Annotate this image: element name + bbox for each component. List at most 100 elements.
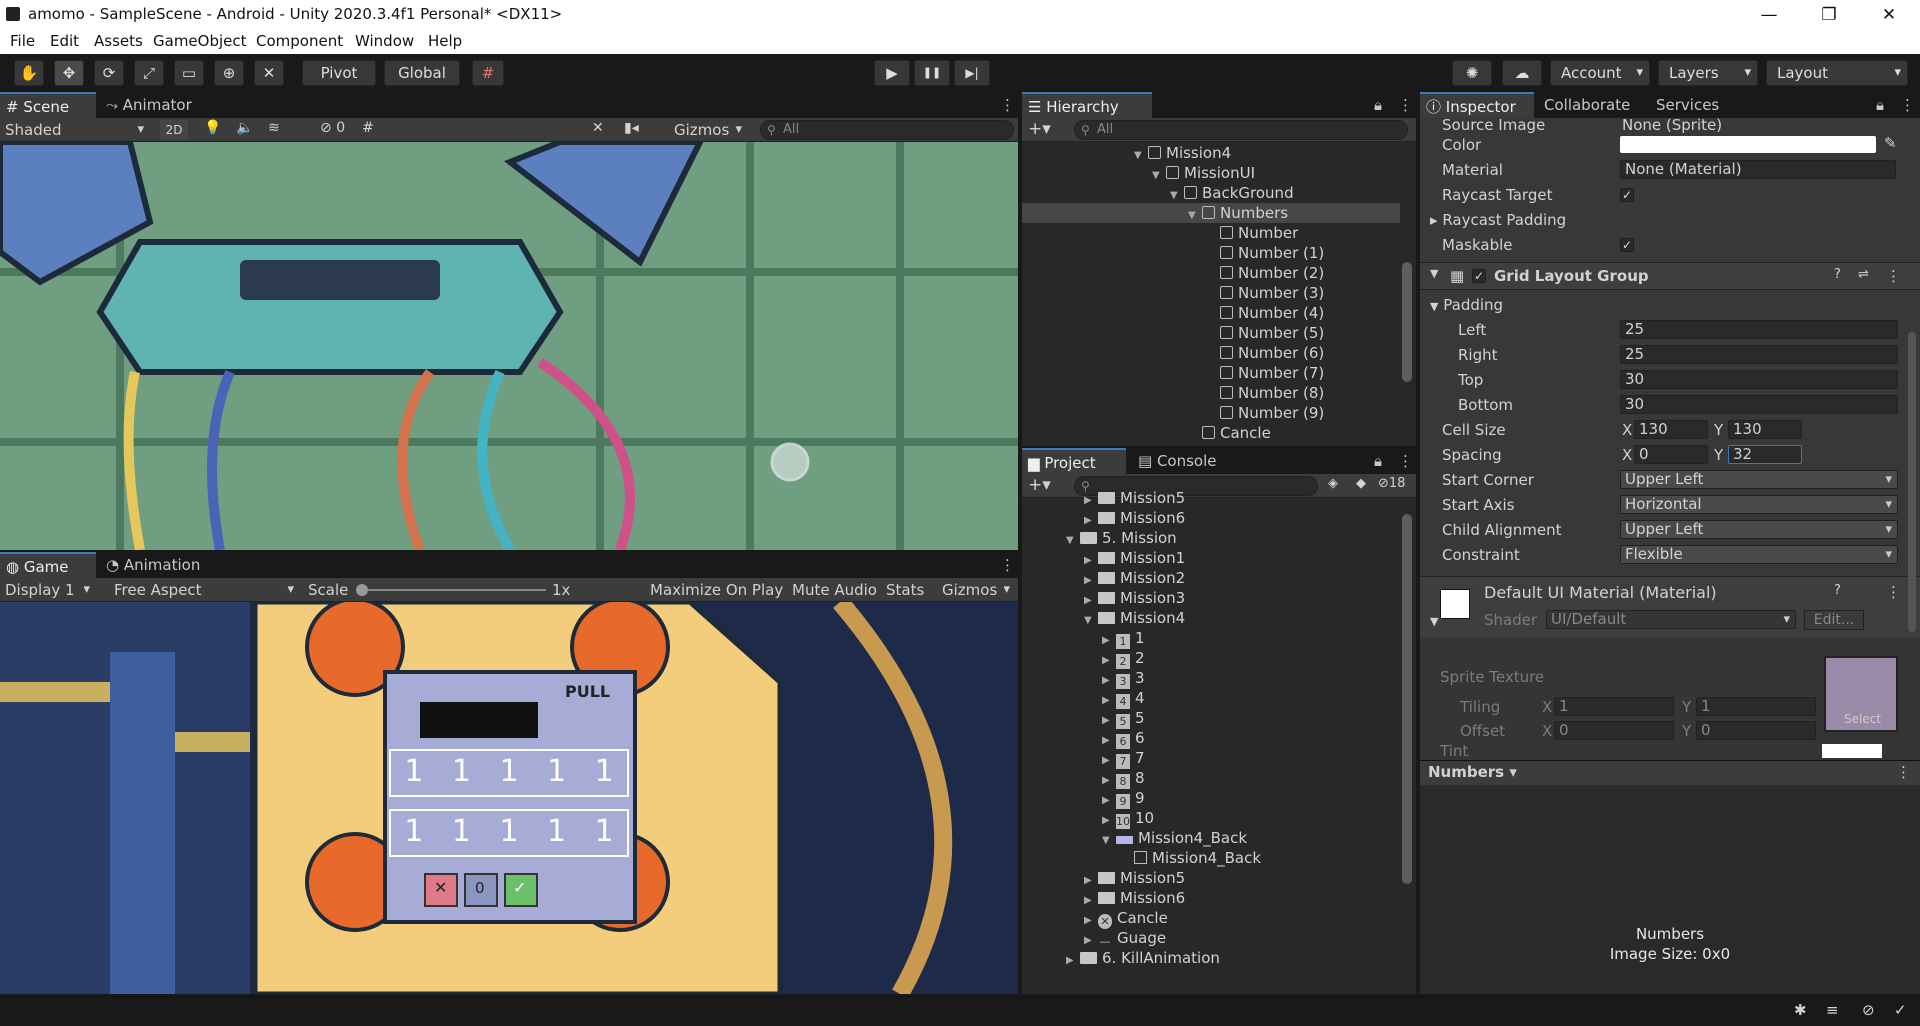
padding-foldout[interactable]: ▼ Padding bbox=[1430, 296, 1503, 314]
project-scrollbar[interactable] bbox=[1402, 514, 1412, 884]
lock-icon[interactable]: 🔒︎ bbox=[1368, 92, 1388, 118]
foldout-arrow-icon[interactable]: ▼ bbox=[1152, 166, 1166, 186]
move-tool-icon[interactable]: ✥ bbox=[54, 60, 84, 86]
hierarchy-search-input[interactable]: All bbox=[1074, 120, 1408, 140]
bug-icon[interactable]: ✱ bbox=[1794, 1001, 1807, 1019]
cell-size-y-field[interactable]: 130 bbox=[1728, 420, 1802, 439]
confirm-check-icon[interactable]: ✓ bbox=[513, 878, 526, 897]
add-icon[interactable]: +▾ bbox=[1028, 475, 1051, 495]
shading-dropdown[interactable]: Shaded bbox=[0, 120, 150, 140]
add-icon[interactable]: +▾ bbox=[1028, 119, 1051, 139]
preview-dropdown[interactable]: Numbers ▾ bbox=[1428, 763, 1517, 781]
digit-cell[interactable]: 1 bbox=[547, 814, 566, 849]
scale-tool-icon[interactable]: ⤢ bbox=[134, 60, 164, 86]
step-button[interactable]: ▶| bbox=[954, 60, 990, 86]
lock-icon[interactable]: 🔒︎ bbox=[1870, 92, 1890, 118]
shader-dropdown[interactable]: UI/Default bbox=[1546, 610, 1796, 629]
play-button[interactable]: ▶ bbox=[874, 60, 910, 86]
shader-edit-button[interactable]: Edit... bbox=[1804, 610, 1864, 630]
tiling-y-field[interactable]: 1 bbox=[1696, 697, 1816, 716]
minimize-button[interactable]: — bbox=[1746, 2, 1792, 28]
digit-cell[interactable]: 1 bbox=[595, 814, 614, 849]
tint-color-field[interactable] bbox=[1822, 744, 1882, 758]
kebab-menu-icon[interactable]: ⋮ bbox=[1392, 92, 1416, 118]
raycast-target-checkbox[interactable]: ✓ bbox=[1620, 188, 1634, 202]
presets-icon[interactable]: ⇌ bbox=[1858, 267, 1869, 282]
padding-top-field[interactable]: 30 bbox=[1620, 370, 1898, 389]
tab-project[interactable]: ▆ Project bbox=[1022, 448, 1126, 474]
source-image-value[interactable]: None (Sprite) bbox=[1622, 116, 1722, 134]
cache-server-icon[interactable]: ✓ bbox=[1894, 1001, 1907, 1019]
effects-icon[interactable]: ≋ bbox=[268, 120, 280, 136]
digit-cell[interactable]: 1 bbox=[499, 814, 518, 849]
foldout-arrow-icon[interactable]: ▼ bbox=[1430, 615, 1438, 628]
start-corner-dropdown[interactable]: Upper Left bbox=[1620, 470, 1898, 489]
kebab-menu-icon[interactable]: ⋮ bbox=[994, 552, 1018, 578]
foldout-arrow-icon[interactable]: ▼ bbox=[1188, 206, 1202, 226]
digit-cell[interactable]: 1 bbox=[499, 754, 518, 789]
maximize-on-play-toggle[interactable]: Maximize On Play bbox=[650, 581, 783, 599]
raycast-padding-foldout[interactable]: ▸ Raycast Padding bbox=[1430, 211, 1566, 229]
tools-icon[interactable]: ✕ bbox=[592, 120, 604, 136]
kebab-menu-icon[interactable]: ⋮ bbox=[1896, 763, 1911, 781]
menu-window[interactable]: Window bbox=[355, 32, 414, 50]
start-axis-dropdown[interactable]: Horizontal bbox=[1620, 495, 1898, 514]
child-alignment-dropdown[interactable]: Upper Left bbox=[1620, 520, 1898, 539]
hand-tool-icon[interactable]: ✋ bbox=[14, 60, 44, 86]
digit-cell[interactable]: 1 bbox=[595, 754, 614, 789]
stats-toggle[interactable]: Stats bbox=[886, 581, 924, 599]
foldout-arrow-icon[interactable]: ▼ bbox=[1066, 531, 1080, 551]
digit-cell[interactable]: 1 bbox=[404, 814, 423, 849]
spacing-y-field[interactable]: 32 bbox=[1728, 445, 1802, 464]
foldout-arrow-icon[interactable]: ▼ bbox=[1134, 146, 1148, 166]
transform-tool-icon[interactable]: ⊕ bbox=[214, 60, 244, 86]
digit-cell[interactable]: 1 bbox=[547, 754, 566, 789]
help-icon[interactable]: ? bbox=[1834, 267, 1841, 282]
game-gizmos-dropdown[interactable]: Gizmos bbox=[932, 580, 1016, 600]
close-button[interactable]: ✕ bbox=[1866, 2, 1912, 28]
tab-collaborate[interactable]: Collaborate bbox=[1538, 92, 1636, 118]
camera-icon[interactable]: ▮◂ bbox=[624, 120, 639, 136]
light-icon[interactable]: 💡 bbox=[204, 120, 221, 136]
tab-animator[interactable]: ⤳ Animator bbox=[100, 92, 198, 118]
menu-edit[interactable]: Edit bbox=[50, 32, 79, 50]
2d-toggle[interactable]: 2D bbox=[160, 120, 188, 140]
menu-gameobject[interactable]: GameObject bbox=[153, 32, 247, 50]
lock-icon[interactable]: 🔒︎ bbox=[1368, 448, 1388, 474]
scale-slider-handle[interactable] bbox=[356, 584, 368, 596]
foldout-arrow-icon[interactable]: ▼ bbox=[1430, 267, 1438, 280]
tab-inspector[interactable]: ⓘ Inspector bbox=[1420, 92, 1534, 118]
constraint-dropdown[interactable]: Flexible bbox=[1620, 545, 1898, 564]
grid-snap-icon[interactable]: # bbox=[472, 60, 504, 86]
digit-cell[interactable]: 1 bbox=[452, 754, 471, 789]
tab-hierarchy[interactable]: ☰ Hierarchy bbox=[1022, 92, 1152, 118]
cloud-icon[interactable]: ☁ bbox=[1502, 60, 1542, 86]
mute-audio-toggle[interactable]: Mute Audio bbox=[792, 581, 877, 599]
padding-bottom-field[interactable]: 30 bbox=[1620, 395, 1898, 414]
digit-cell[interactable]: 1 bbox=[452, 814, 471, 849]
component-menu-icon[interactable]: ⋮ bbox=[1886, 583, 1901, 601]
foldout-arrow-icon[interactable]: ▶ bbox=[1066, 951, 1080, 971]
menu-assets[interactable]: Assets bbox=[94, 32, 143, 50]
stack-icon[interactable]: ≡ bbox=[1826, 1001, 1839, 1019]
inspector-scrollbar[interactable] bbox=[1908, 332, 1916, 632]
pivot-toggle[interactable]: Pivot bbox=[302, 60, 376, 86]
help-icon[interactable]: ? bbox=[1834, 583, 1841, 598]
cancel-x-icon[interactable]: ✕ bbox=[434, 878, 447, 897]
menu-file[interactable]: File bbox=[10, 32, 35, 50]
display-dropdown[interactable]: Display 1 bbox=[0, 580, 96, 600]
gizmos-dropdown[interactable]: Gizmos bbox=[664, 120, 748, 140]
grid-icon[interactable]: # bbox=[362, 120, 374, 136]
hierarchy-scrollbar[interactable] bbox=[1402, 262, 1412, 382]
spacing-x-field[interactable]: 0 bbox=[1634, 445, 1708, 464]
scale-slider[interactable] bbox=[356, 589, 546, 591]
foldout-arrow-icon[interactable]: ▼ bbox=[1084, 611, 1098, 631]
tab-console[interactable]: ▤ Console bbox=[1132, 448, 1223, 474]
collab-icon[interactable]: ✺ bbox=[1452, 60, 1492, 86]
tab-game[interactable]: ◍ Game bbox=[0, 552, 96, 578]
cell-size-x-field[interactable]: 130 bbox=[1634, 420, 1708, 439]
rotate-tool-icon[interactable]: ⟳ bbox=[94, 60, 124, 86]
game-viewport[interactable]: PULL 11111 11111 ✕ 0 ✓ bbox=[0, 602, 1018, 994]
menu-component[interactable]: Component bbox=[256, 32, 343, 50]
layout-dropdown[interactable]: Layout bbox=[1766, 60, 1908, 86]
